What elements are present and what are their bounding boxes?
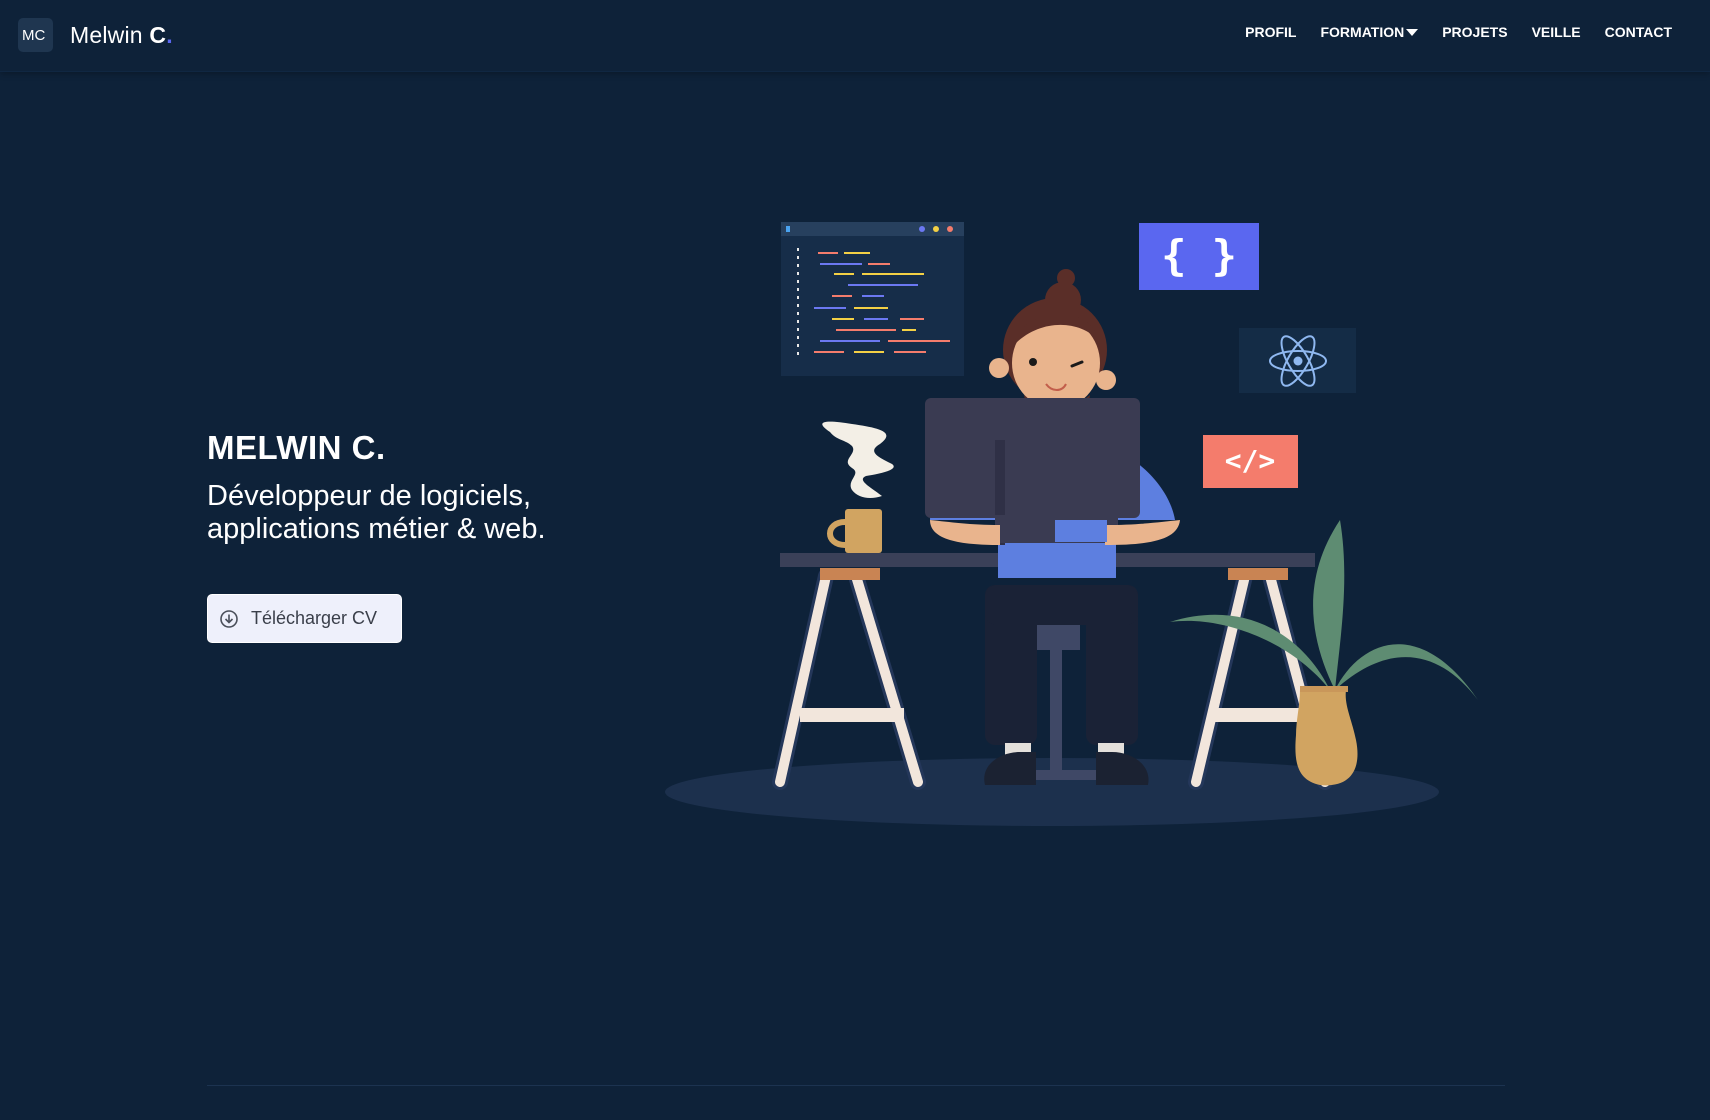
hero-subtitle-line1: Développeur de logiciels, [207, 480, 532, 512]
nav-projets[interactable]: PROJETS [1442, 24, 1507, 40]
react-atom-icon [1239, 328, 1356, 393]
svg-text:MC: MC [22, 27, 45, 44]
brand-dot: . [166, 21, 173, 48]
brand-initial: C [149, 21, 167, 48]
download-circle-icon [220, 609, 238, 628]
main-nav: PROFIL FORMATION PROJETS VEILLE CONTACT [1221, 24, 1672, 40]
nav-formation-dropdown[interactable]: FORMATION [1320, 24, 1419, 40]
hero-subtitle-line2: applications métier & web. [207, 513, 546, 545]
top-navbar: MC Melwin C. PROFIL FORMATION PROJETS VE… [0, 0, 1710, 72]
curly-braces-icon: { } [1139, 223, 1259, 290]
html-tag-icon: </> [1203, 435, 1298, 488]
hero-subtitle: Développeur de logiciels, applications m… [207, 480, 677, 546]
brand-home-link[interactable]: MC Melwin C. [18, 18, 173, 52]
nav-contact[interactable]: CONTACT [1605, 24, 1672, 40]
nav-profil[interactable]: PROFIL [1245, 24, 1296, 40]
hero-title: MELWIN C. [207, 429, 386, 466]
code-editor-window [781, 222, 964, 376]
brand-first-name: Melwin [70, 21, 150, 48]
brand-name: Melwin C. [70, 22, 173, 49]
svg-text:{ }: { } [1161, 231, 1237, 280]
svg-text:</>: </> [1225, 444, 1276, 477]
nav-formation-label: FORMATION [1320, 24, 1405, 40]
coffee-mug [822, 421, 894, 553]
logo-icon: MC [18, 18, 53, 52]
download-cv-button[interactable]: Télécharger CV [207, 594, 402, 643]
download-cv-label: Télécharger CV [251, 608, 378, 628]
nav-veille[interactable]: VEILLE [1532, 24, 1581, 40]
section-divider [207, 1085, 1505, 1086]
hero-section: MELWIN C. Développeur de logiciels, appl… [207, 426, 707, 546]
developer-illustration: { } </> [665, 222, 1478, 826]
caret-down-icon [1406, 28, 1419, 36]
